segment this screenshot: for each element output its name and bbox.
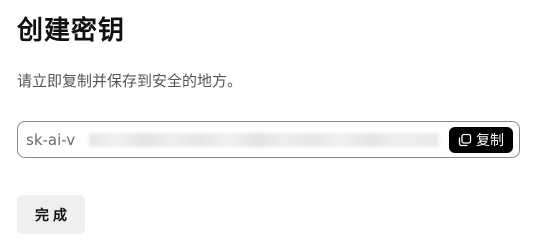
api-key-prefix[interactable]: sk-ai-v xyxy=(26,131,75,149)
copy-button[interactable]: 复制 xyxy=(449,126,513,153)
copy-button-label: 复制 xyxy=(476,132,504,149)
dialog-description: 请立即复制并保存到安全的地方。 xyxy=(17,72,243,90)
create-key-dialog: 创建密钥 请立即复制并保存到安全的地方。 sk-ai-v 复制 完成 xyxy=(0,0,546,243)
dialog-title: 创建密钥 xyxy=(17,16,126,46)
api-key-redacted xyxy=(89,132,439,147)
copy-icon xyxy=(458,133,472,147)
api-key-field[interactable]: sk-ai-v 复制 xyxy=(17,121,520,158)
done-button[interactable]: 完成 xyxy=(17,195,85,234)
